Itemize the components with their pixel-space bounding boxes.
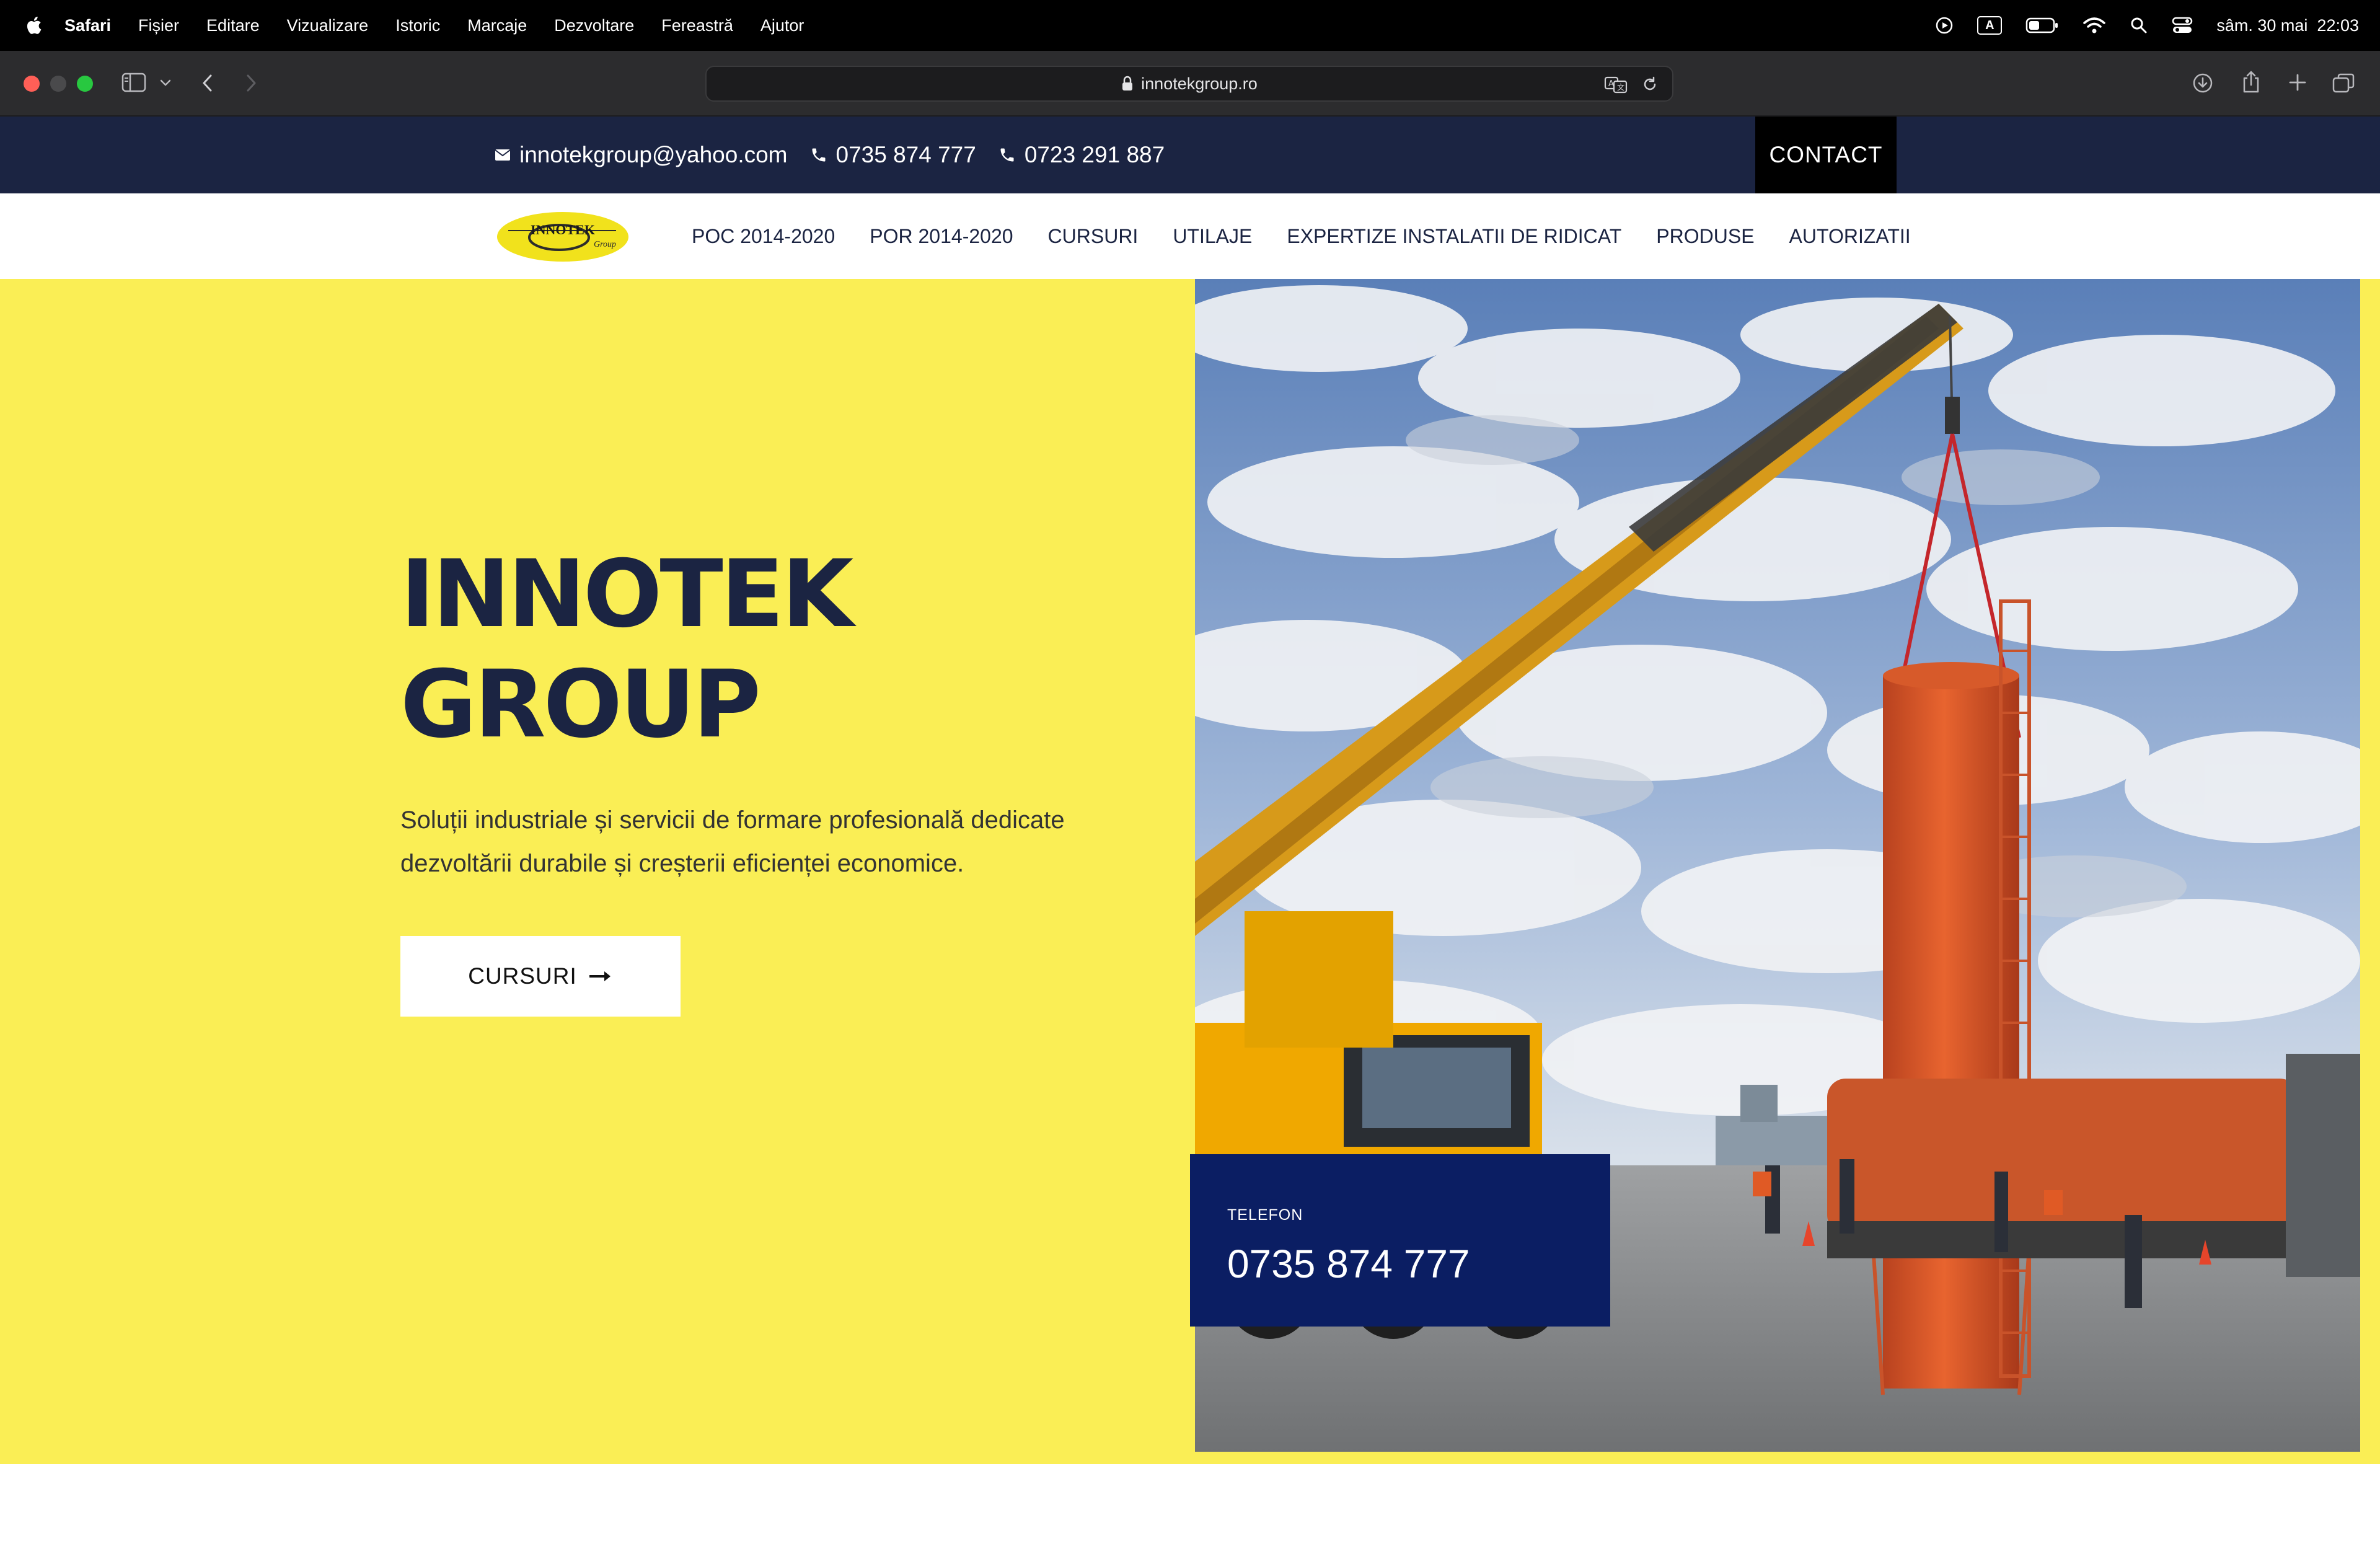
- site-contact-bar: innotekgroup@yahoo.com 0735 874 777 0723…: [0, 117, 2380, 193]
- browser-toolbar: innotekgroup.ro A文: [0, 51, 2380, 117]
- nav-item-autorizatii[interactable]: AUTORIZATII: [1789, 225, 1911, 248]
- menu-editare[interactable]: Editare: [206, 16, 260, 35]
- forward-arrow-icon[interactable]: [243, 72, 259, 94]
- main-menu: POC 2014-2020 POR 2014-2020 CURSURI UTIL…: [692, 193, 1911, 279]
- svg-text:Group: Group: [594, 240, 616, 249]
- menu-vizualizare[interactable]: Vizualizare: [287, 16, 369, 35]
- hero-description: Soluții industriale și servicii de forma…: [400, 806, 1065, 877]
- menu-fisier[interactable]: Fișier: [138, 16, 179, 35]
- email-text: innotekgroup@yahoo.com: [519, 142, 788, 167]
- reload-icon[interactable]: [1641, 76, 1659, 93]
- phone-card-label: TELEFON: [1227, 1206, 1303, 1224]
- url-text: innotekgroup.ro: [1141, 74, 1258, 93]
- phone-card-number: 0735 874 777: [1227, 1242, 1470, 1286]
- spotlight-search-icon[interactable]: [2130, 16, 2148, 35]
- nav-item-expertize[interactable]: EXPERTIZE INSTALATII DE RIDICAT: [1287, 225, 1621, 248]
- screen-recording-icon[interactable]: [1935, 16, 1954, 35]
- menubar-status-area: A sâm. 30 mai 22:03: [1935, 0, 2359, 51]
- hero-title-line-2: GROUP: [400, 651, 761, 759]
- phone-text-2: 0723 291 887: [1024, 142, 1165, 167]
- window-controls: [24, 76, 93, 92]
- keyboard-input-icon[interactable]: A: [1977, 16, 2003, 35]
- address-bar[interactable]: innotekgroup.ro A文: [705, 66, 1673, 102]
- menu-ajutor[interactable]: Ajutor: [760, 16, 804, 35]
- nav-item-por-2014-2020[interactable]: POR 2014-2020: [870, 225, 1013, 248]
- innotek-logo[interactable]: INNOTEK Group: [495, 210, 631, 264]
- back-arrow-icon[interactable]: [200, 72, 216, 94]
- phone-icon: [1000, 148, 1014, 162]
- lock-icon: [1122, 76, 1133, 91]
- hero-title: INNOTEK GROUP: [400, 539, 853, 760]
- phone-text-1: 0735 874 777: [835, 142, 976, 167]
- macos-menu-bar: Safari Fișier Editare Vizualizare Istori…: [0, 0, 2380, 51]
- sidebar-toggle-icon[interactable]: [121, 72, 146, 93]
- nav-item-produse[interactable]: PRODUSE: [1656, 225, 1754, 248]
- nav-item-utilaje[interactable]: UTILAJE: [1173, 225, 1252, 248]
- contact-info: innotekgroup@yahoo.com 0735 874 777 0723…: [495, 117, 1165, 193]
- tab-overview-icon[interactable]: [2332, 72, 2355, 94]
- battery-icon[interactable]: [2025, 17, 2059, 34]
- minimize-window-button[interactable]: [50, 76, 66, 92]
- menu-fereastra[interactable]: Fereastră: [661, 16, 733, 35]
- contact-button[interactable]: CONTACT: [1755, 117, 1897, 193]
- menu-app-safari[interactable]: Safari: [64, 16, 111, 35]
- svg-text:文: 文: [1617, 82, 1624, 92]
- site-navbar: INNOTEK Group POC 2014-2020 POR 2014-202…: [0, 193, 2380, 279]
- phone-link-1[interactable]: 0735 874 777: [810, 142, 976, 168]
- chevron-down-icon[interactable]: [159, 78, 172, 88]
- nav-item-cursuri[interactable]: CURSURI: [1048, 225, 1139, 248]
- email-link[interactable]: innotekgroup@yahoo.com: [495, 142, 788, 168]
- apple-logo-icon[interactable]: [24, 14, 46, 37]
- arrow-right-icon: [589, 971, 610, 981]
- phone-link-2[interactable]: 0723 291 887: [998, 142, 1165, 168]
- zoom-window-button[interactable]: [77, 76, 93, 92]
- svg-text:A: A: [1608, 79, 1614, 89]
- screen: { "menubar": { "app": "Safari", "items":…: [0, 0, 2380, 1541]
- close-window-button[interactable]: [24, 76, 40, 92]
- menu-marcaje[interactable]: Marcaje: [467, 16, 527, 35]
- wifi-icon[interactable]: [2082, 16, 2106, 35]
- new-tab-icon[interactable]: [2287, 72, 2308, 93]
- phone-card[interactable]: TELEFON 0735 874 777: [1190, 1154, 1610, 1327]
- menubar-clock[interactable]: sâm. 30 mai 22:03: [2216, 16, 2359, 35]
- hero-title-line-1: INNOTEK: [400, 541, 853, 648]
- envelope-icon: [495, 149, 511, 161]
- phone-icon: [812, 148, 825, 162]
- nav-item-poc-2014-2020[interactable]: POC 2014-2020: [692, 225, 835, 248]
- cursuri-button[interactable]: CURSURI: [400, 936, 681, 1017]
- translate-icon[interactable]: A文: [1604, 75, 1629, 94]
- svg-text:INNOTEK: INNOTEK: [531, 222, 595, 237]
- menu-istoric[interactable]: Istoric: [395, 16, 440, 35]
- menu-dezvoltare[interactable]: Dezvoltare: [554, 16, 634, 35]
- share-icon[interactable]: [2241, 69, 2261, 94]
- cursuri-button-label: CURSURI: [468, 963, 577, 989]
- control-center-icon[interactable]: [2172, 16, 2193, 35]
- downloads-icon[interactable]: [2192, 72, 2214, 94]
